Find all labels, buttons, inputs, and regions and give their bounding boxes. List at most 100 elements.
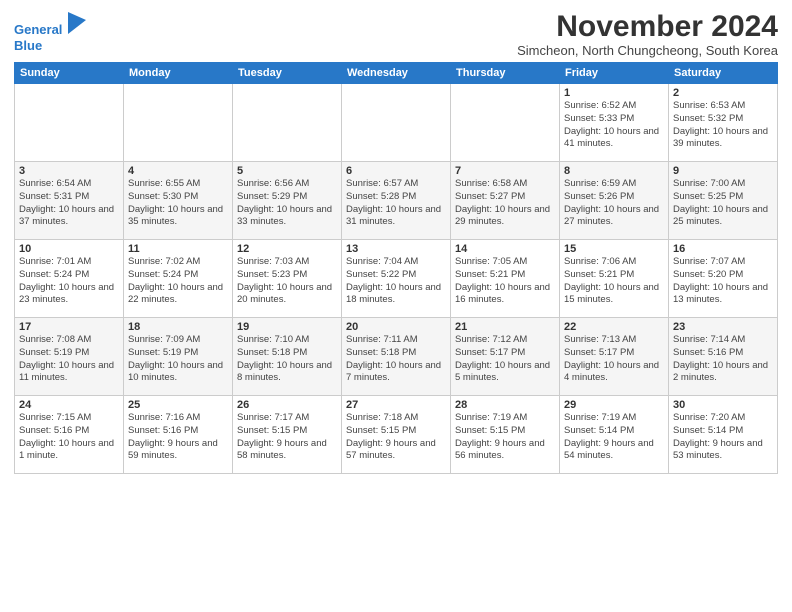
calendar-cell: 29Sunrise: 7:19 AM Sunset: 5:14 PM Dayli… (560, 396, 669, 474)
day-number: 23 (673, 321, 773, 333)
day-number: 19 (237, 321, 337, 333)
day-number: 18 (128, 321, 228, 333)
calendar-cell: 11Sunrise: 7:02 AM Sunset: 5:24 PM Dayli… (124, 240, 233, 318)
day-info: Sunrise: 7:09 AM Sunset: 5:19 PM Dayligh… (128, 334, 228, 385)
calendar-cell: 2Sunrise: 6:53 AM Sunset: 5:32 PM Daylig… (669, 84, 778, 162)
day-number: 13 (346, 243, 446, 255)
weekday-header-saturday: Saturday (669, 63, 778, 84)
day-info: Sunrise: 6:56 AM Sunset: 5:29 PM Dayligh… (237, 178, 337, 229)
day-number: 16 (673, 243, 773, 255)
day-info: Sunrise: 7:10 AM Sunset: 5:18 PM Dayligh… (237, 334, 337, 385)
calendar-cell: 21Sunrise: 7:12 AM Sunset: 5:17 PM Dayli… (451, 318, 560, 396)
day-number: 9 (673, 165, 773, 177)
logo-blue: Blue (14, 38, 86, 54)
calendar-cell: 10Sunrise: 7:01 AM Sunset: 5:24 PM Dayli… (15, 240, 124, 318)
calendar-cell: 8Sunrise: 6:59 AM Sunset: 5:26 PM Daylig… (560, 162, 669, 240)
calendar-cell: 28Sunrise: 7:19 AM Sunset: 5:15 PM Dayli… (451, 396, 560, 474)
calendar-cell: 7Sunrise: 6:58 AM Sunset: 5:27 PM Daylig… (451, 162, 560, 240)
day-info: Sunrise: 6:59 AM Sunset: 5:26 PM Dayligh… (564, 178, 664, 229)
day-number: 6 (346, 165, 446, 177)
day-info: Sunrise: 7:20 AM Sunset: 5:14 PM Dayligh… (673, 412, 773, 463)
day-info: Sunrise: 7:19 AM Sunset: 5:14 PM Dayligh… (564, 412, 664, 463)
day-number: 22 (564, 321, 664, 333)
calendar-cell (451, 84, 560, 162)
calendar-cell: 15Sunrise: 7:06 AM Sunset: 5:21 PM Dayli… (560, 240, 669, 318)
calendar-cell: 19Sunrise: 7:10 AM Sunset: 5:18 PM Dayli… (233, 318, 342, 396)
day-info: Sunrise: 7:04 AM Sunset: 5:22 PM Dayligh… (346, 256, 446, 307)
logo: General Blue (14, 14, 86, 53)
calendar-cell: 23Sunrise: 7:14 AM Sunset: 5:16 PM Dayli… (669, 318, 778, 396)
calendar-cell: 13Sunrise: 7:04 AM Sunset: 5:22 PM Dayli… (342, 240, 451, 318)
day-number: 2 (673, 87, 773, 99)
day-info: Sunrise: 7:00 AM Sunset: 5:25 PM Dayligh… (673, 178, 773, 229)
day-info: Sunrise: 7:01 AM Sunset: 5:24 PM Dayligh… (19, 256, 119, 307)
day-info: Sunrise: 7:18 AM Sunset: 5:15 PM Dayligh… (346, 412, 446, 463)
day-info: Sunrise: 6:54 AM Sunset: 5:31 PM Dayligh… (19, 178, 119, 229)
day-info: Sunrise: 7:08 AM Sunset: 5:19 PM Dayligh… (19, 334, 119, 385)
day-number: 4 (128, 165, 228, 177)
day-info: Sunrise: 7:16 AM Sunset: 5:16 PM Dayligh… (128, 412, 228, 463)
day-info: Sunrise: 7:19 AM Sunset: 5:15 PM Dayligh… (455, 412, 555, 463)
day-number: 24 (19, 399, 119, 411)
day-number: 14 (455, 243, 555, 255)
header: General Blue November 2024 Simcheon, Nor… (14, 10, 778, 58)
calendar-cell: 26Sunrise: 7:17 AM Sunset: 5:15 PM Dayli… (233, 396, 342, 474)
calendar-week-4: 17Sunrise: 7:08 AM Sunset: 5:19 PM Dayli… (15, 318, 778, 396)
calendar-cell: 1Sunrise: 6:52 AM Sunset: 5:33 PM Daylig… (560, 84, 669, 162)
day-number: 27 (346, 399, 446, 411)
day-number: 21 (455, 321, 555, 333)
day-info: Sunrise: 6:57 AM Sunset: 5:28 PM Dayligh… (346, 178, 446, 229)
day-info: Sunrise: 6:55 AM Sunset: 5:30 PM Dayligh… (128, 178, 228, 229)
weekday-header-monday: Monday (124, 63, 233, 84)
day-info: Sunrise: 7:15 AM Sunset: 5:16 PM Dayligh… (19, 412, 119, 463)
day-number: 3 (19, 165, 119, 177)
calendar-cell: 25Sunrise: 7:16 AM Sunset: 5:16 PM Dayli… (124, 396, 233, 474)
day-number: 26 (237, 399, 337, 411)
day-info: Sunrise: 7:02 AM Sunset: 5:24 PM Dayligh… (128, 256, 228, 307)
location-subtitle: Simcheon, North Chungcheong, South Korea (517, 43, 778, 58)
logo-text: General (14, 14, 86, 38)
day-number: 17 (19, 321, 119, 333)
day-info: Sunrise: 7:06 AM Sunset: 5:21 PM Dayligh… (564, 256, 664, 307)
calendar-cell: 24Sunrise: 7:15 AM Sunset: 5:16 PM Dayli… (15, 396, 124, 474)
day-info: Sunrise: 6:52 AM Sunset: 5:33 PM Dayligh… (564, 100, 664, 151)
calendar-cell (124, 84, 233, 162)
day-number: 20 (346, 321, 446, 333)
day-number: 10 (19, 243, 119, 255)
calendar-cell: 6Sunrise: 6:57 AM Sunset: 5:28 PM Daylig… (342, 162, 451, 240)
weekday-header-row: SundayMondayTuesdayWednesdayThursdayFrid… (15, 63, 778, 84)
calendar-week-2: 3Sunrise: 6:54 AM Sunset: 5:31 PM Daylig… (15, 162, 778, 240)
day-info: Sunrise: 7:11 AM Sunset: 5:18 PM Dayligh… (346, 334, 446, 385)
weekday-header-friday: Friday (560, 63, 669, 84)
day-info: Sunrise: 7:07 AM Sunset: 5:20 PM Dayligh… (673, 256, 773, 307)
day-number: 25 (128, 399, 228, 411)
day-number: 15 (564, 243, 664, 255)
calendar-cell: 3Sunrise: 6:54 AM Sunset: 5:31 PM Daylig… (15, 162, 124, 240)
day-number: 11 (128, 243, 228, 255)
calendar-cell: 9Sunrise: 7:00 AM Sunset: 5:25 PM Daylig… (669, 162, 778, 240)
calendar-table: SundayMondayTuesdayWednesdayThursdayFrid… (14, 62, 778, 474)
day-info: Sunrise: 7:03 AM Sunset: 5:23 PM Dayligh… (237, 256, 337, 307)
month-year-title: November 2024 (517, 10, 778, 43)
weekday-header-tuesday: Tuesday (233, 63, 342, 84)
calendar-cell (15, 84, 124, 162)
calendar-cell: 22Sunrise: 7:13 AM Sunset: 5:17 PM Dayli… (560, 318, 669, 396)
title-block: November 2024 Simcheon, North Chungcheon… (517, 10, 778, 58)
day-info: Sunrise: 7:12 AM Sunset: 5:17 PM Dayligh… (455, 334, 555, 385)
calendar-week-1: 1Sunrise: 6:52 AM Sunset: 5:33 PM Daylig… (15, 84, 778, 162)
day-info: Sunrise: 7:13 AM Sunset: 5:17 PM Dayligh… (564, 334, 664, 385)
calendar-cell: 5Sunrise: 6:56 AM Sunset: 5:29 PM Daylig… (233, 162, 342, 240)
calendar-cell: 14Sunrise: 7:05 AM Sunset: 5:21 PM Dayli… (451, 240, 560, 318)
day-number: 1 (564, 87, 664, 99)
calendar-cell: 16Sunrise: 7:07 AM Sunset: 5:20 PM Dayli… (669, 240, 778, 318)
day-info: Sunrise: 6:53 AM Sunset: 5:32 PM Dayligh… (673, 100, 773, 151)
day-info: Sunrise: 6:58 AM Sunset: 5:27 PM Dayligh… (455, 178, 555, 229)
calendar-cell: 27Sunrise: 7:18 AM Sunset: 5:15 PM Dayli… (342, 396, 451, 474)
calendar-cell: 18Sunrise: 7:09 AM Sunset: 5:19 PM Dayli… (124, 318, 233, 396)
day-number: 29 (564, 399, 664, 411)
day-number: 30 (673, 399, 773, 411)
calendar-cell: 4Sunrise: 6:55 AM Sunset: 5:30 PM Daylig… (124, 162, 233, 240)
day-info: Sunrise: 7:17 AM Sunset: 5:15 PM Dayligh… (237, 412, 337, 463)
day-info: Sunrise: 7:14 AM Sunset: 5:16 PM Dayligh… (673, 334, 773, 385)
day-number: 28 (455, 399, 555, 411)
